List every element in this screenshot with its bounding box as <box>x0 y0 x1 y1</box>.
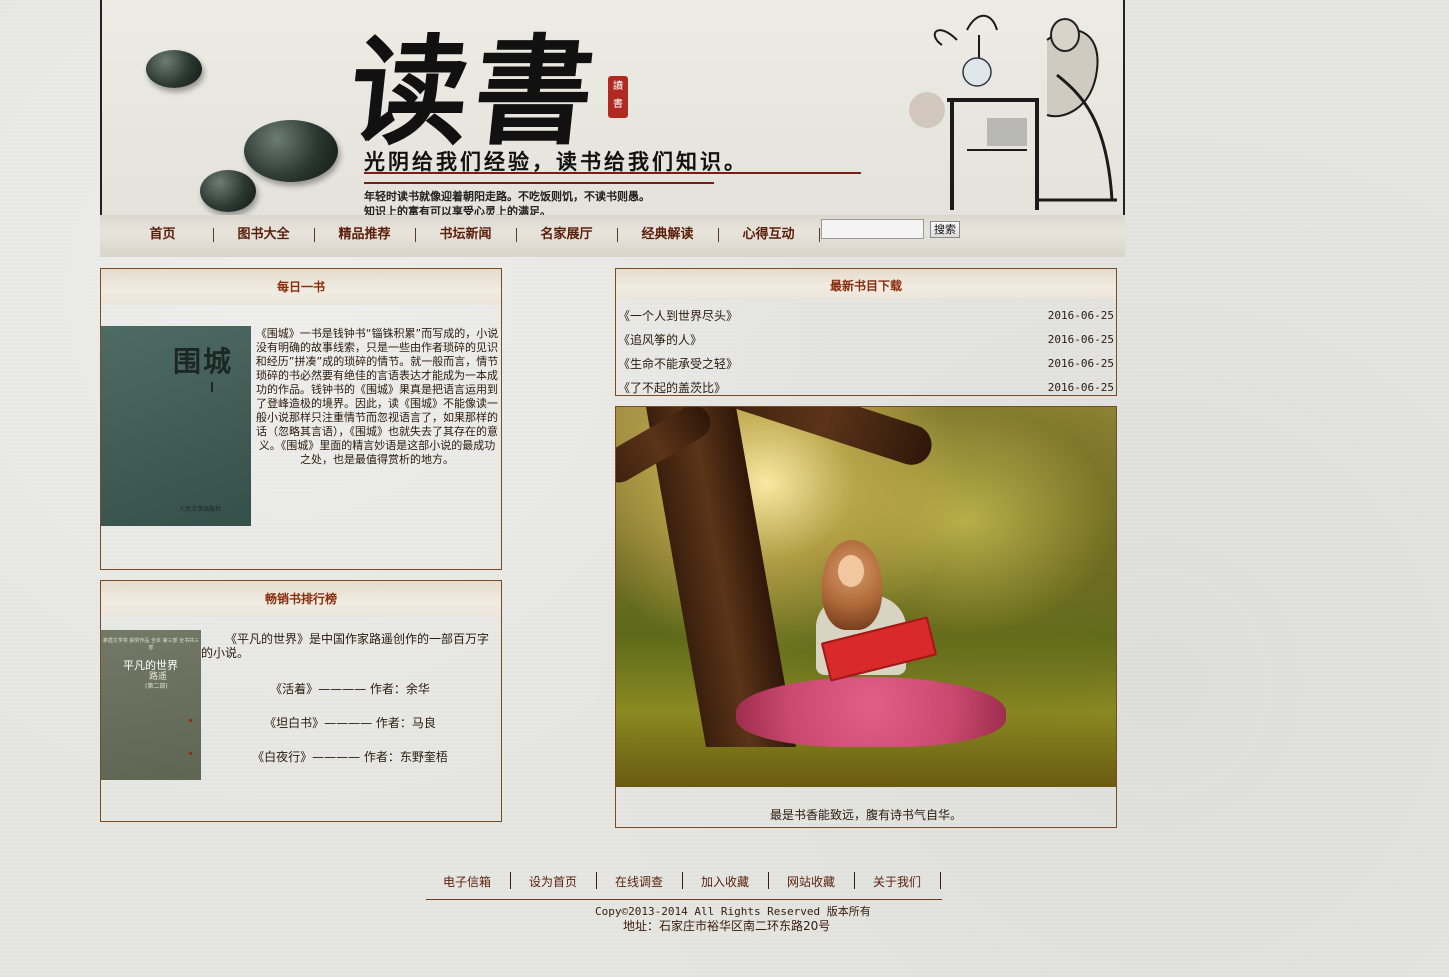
download-date: 2016-06-25 <box>1047 381 1114 394</box>
downloads-panel: 最新书目下载 《一个人到世界尽头》 2016-06-25 《追风筝的人》 201… <box>615 268 1117 396</box>
download-row: 《生命不能承受之轻》 2016-06-25 <box>618 352 1116 376</box>
banner-subtitle: 知识上的富有可以享受心灵上的满足。 <box>364 205 551 215</box>
book-cover-image[interactable]: 茅盾文学奖 获奖作品 全本 第三部 全书共三部 平凡的世界 路遥 (第二部) <box>101 630 201 780</box>
search-input[interactable] <box>821 219 924 239</box>
download-date: 2016-06-25 <box>1047 333 1114 346</box>
seal-character: 讀 <box>613 81 623 92</box>
book-description: 《围城》一书是钱钟书“锱铢积累”而写成的，小说没有明确的故事线索，只是一些由作者… <box>255 327 499 466</box>
nav-all-books[interactable]: 图书大全 <box>213 215 314 257</box>
download-date: 2016-06-25 <box>1047 357 1114 370</box>
feature-panel: 最是书香能致远，腹有诗书气自华。 <box>615 406 1117 828</box>
footer-rule <box>426 899 942 900</box>
panel-title: 最新书目下载 <box>616 269 1116 299</box>
nav-authors[interactable]: 名家展厅 <box>516 215 617 257</box>
tree-branch <box>715 407 937 471</box>
ink-stone <box>146 50 202 88</box>
cover-title: 围城 <box>173 345 234 378</box>
download-title-link[interactable]: 《了不起的盖茨比》 <box>618 376 726 396</box>
footer-link-favorites[interactable]: 网站收藏 <box>768 872 854 892</box>
book-cover-image[interactable]: 围城 人民文学出版社 <box>101 326 251 526</box>
ink-stone <box>200 170 256 212</box>
cover-volume: (第二部) <box>145 683 168 690</box>
motto-underline <box>364 182 714 184</box>
cover-dot <box>189 719 192 722</box>
footer-divider <box>940 872 941 889</box>
download-title-link[interactable]: 《追风筝的人》 <box>618 328 702 352</box>
cover-author-mark <box>211 382 213 392</box>
download-date: 2016-06-25 <box>1047 309 1114 322</box>
seal-stamp: 讀書 <box>608 76 628 118</box>
cover-dot <box>189 752 192 755</box>
search-button[interactable]: 搜索 <box>930 221 960 238</box>
nav-divider <box>819 228 820 242</box>
girl-face <box>838 555 864 587</box>
nav-recommended[interactable]: 精品推荐 <box>314 215 415 257</box>
motto-underline <box>364 172 861 174</box>
download-title-link[interactable]: 《生命不能承受之轻》 <box>618 352 738 376</box>
bestseller-panel: 畅销书排行榜 茅盾文学奖 获奖作品 全本 第三部 全书共三部 平凡的世界 路遥 … <box>100 580 502 822</box>
nav-home[interactable]: 首页 <box>112 215 213 257</box>
main-nav: 首页 图书大全 精品推荐 书坛新闻 名家展厅 经典解读 心得互动 搜索 <box>100 215 1125 257</box>
footer-link-email[interactable]: 电子信箱 <box>424 872 510 892</box>
download-row: 《一个人到世界尽头》 2016-06-25 <box>618 304 1116 328</box>
footer-link-survey[interactable]: 在线调查 <box>596 872 682 892</box>
download-title-link[interactable]: 《一个人到世界尽头》 <box>618 304 738 328</box>
banner-subtitle: 年轻时读书就像迎着朝阳走路。不吃饭则饥，不读书则愚。 <box>364 190 650 203</box>
daily-book-panel: 每日一书 围城 人民文学出版社 《围城》一书是钱钟书“锱铢积累”而写成的，小说没… <box>100 268 502 570</box>
seal-character: 書 <box>613 99 623 110</box>
nav-classics[interactable]: 经典解读 <box>617 215 718 257</box>
photo-caption: 最是书香能致远，腹有诗书气自华。 <box>769 808 962 822</box>
header-banner: 读書 讀書 光阴给我们经验，读书给我们知识。 年轻时读书就像迎着朝阳走路。不吃饭… <box>100 0 1125 215</box>
download-row: 《追风筝的人》 2016-06-25 <box>618 328 1116 352</box>
bestseller-item[interactable]: 《白夜行》———— 作者：东野奎梧 <box>201 748 499 765</box>
reading-girl-photo <box>616 407 1116 787</box>
bestseller-intro: 《平凡的世界》是中国作家路遥创作的一部百万字的小说。 <box>201 632 490 660</box>
footer-link-homepage[interactable]: 设为首页 <box>510 872 596 892</box>
cover-publisher: 人民文学出版社 <box>179 506 222 513</box>
panel-title: 每日一书 <box>101 269 501 305</box>
download-row: 《了不起的盖茨比》 2016-06-25 <box>618 376 1116 396</box>
nav-news[interactable]: 书坛新闻 <box>415 215 516 257</box>
panel-title: 畅销书排行榜 <box>101 581 501 617</box>
cover-series-text: 茅盾文学奖 获奖作品 全本 第三部 全书共三部 <box>102 638 200 651</box>
bestseller-item[interactable]: 《坦白书》———— 作者：马良 <box>201 714 499 731</box>
scholar-painting <box>909 14 1117 210</box>
banner-title: 读書 <box>343 22 607 161</box>
girl-skirt <box>736 677 1006 747</box>
nav-interaction[interactable]: 心得互动 <box>718 215 819 257</box>
frame-corner <box>102 0 116 14</box>
footer-link-about[interactable]: 关于我们 <box>854 872 940 892</box>
footer-link-bookmark[interactable]: 加入收藏 <box>682 872 768 892</box>
bestseller-item[interactable]: 《活着》———— 作者：余华 <box>201 680 499 697</box>
ink-stone <box>244 120 338 182</box>
footer-address: 地址：石家庄市裕华区南二环东路20号 <box>623 919 831 933</box>
